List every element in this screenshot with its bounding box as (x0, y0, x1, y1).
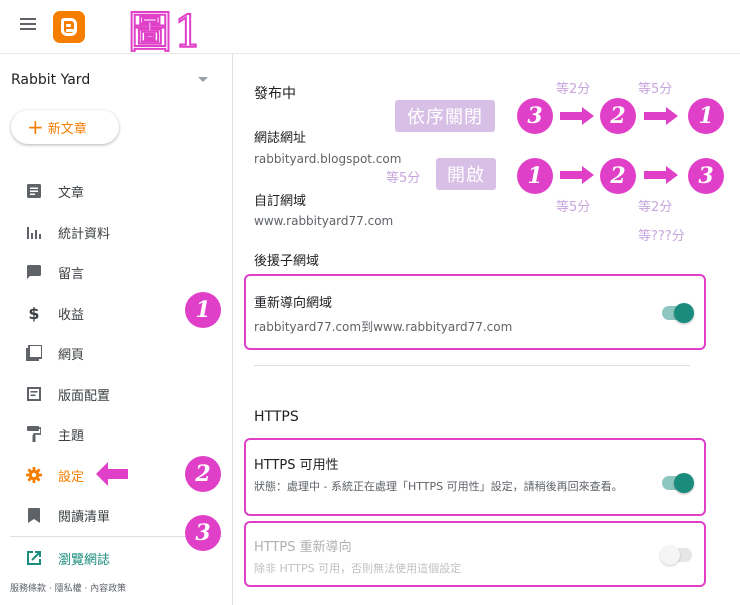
toggle-knob (674, 303, 694, 323)
wait-label: 等???分 (638, 229, 685, 244)
fallback-subdomain-label[interactable]: 後援子網域 (254, 250, 319, 269)
sidebar-item-comments[interactable]: 留言 (0, 252, 232, 292)
sidebar-item-stats[interactable]: 統計資料 (0, 212, 232, 252)
wait-label: 等5分 (556, 200, 591, 215)
arrow-right-icon (644, 166, 678, 184)
arrow-right-icon (560, 166, 594, 184)
toggle-knob (660, 545, 680, 565)
step-number-3: 3 (517, 98, 553, 134)
redirect-domain-value: rabbityard77.com到www.rabbityard77.com (254, 320, 513, 334)
header-divider (0, 53, 740, 54)
step-number-1: 1 (517, 158, 553, 194)
arrow-right-icon (560, 107, 594, 125)
https-availability-toggle[interactable] (662, 473, 694, 493)
https-availability-label: HTTPS 可用性 (254, 458, 339, 473)
https-redirect-desc: 除非 HTTPS 可用，否則無法使用這個設定 (254, 562, 462, 575)
blog-address-value[interactable]: rabbityard.blogspot.com (254, 152, 401, 166)
step-number-1: 1 (688, 98, 724, 134)
arrow-left-annotation-icon (96, 462, 128, 486)
blogger-logo-icon[interactable] (53, 11, 85, 43)
footer-links[interactable]: 服務條款 · 隱私權 · 內容政策 (10, 581, 126, 594)
wait-label: 等2分 (638, 200, 673, 215)
stats-icon (26, 224, 42, 240)
plus-icon: + (27, 115, 44, 139)
sidebar-item-label: 收益 (58, 307, 85, 323)
new-post-button[interactable]: + 新文章 (11, 110, 119, 144)
arrow-right-icon (644, 107, 678, 125)
section-divider (254, 365, 690, 366)
chevron-down-icon[interactable] (198, 77, 208, 82)
sidebar-item-theme[interactable]: 主題 (0, 414, 232, 454)
https-availability-highlight (244, 438, 706, 516)
publishing-title: 發布中 (254, 86, 296, 102)
open-external-icon (26, 550, 42, 566)
custom-domain-value[interactable]: www.rabbityard77.com (254, 214, 393, 228)
sidebar-item-posts[interactable]: 文章 (0, 171, 232, 211)
blog-name[interactable]: Rabbit Yard (11, 72, 90, 88)
posts-icon (26, 183, 42, 199)
redirect-domain-label: 重新導向網域 (254, 296, 333, 311)
sidebar-item-layout[interactable]: 版面配置 (0, 374, 232, 414)
wait-label: 等5分 (386, 171, 421, 186)
pages-icon (26, 345, 42, 361)
new-post-label: 新文章 (47, 121, 87, 137)
paint-roller-icon (26, 426, 42, 442)
sidebar-item-label: 設定 (58, 469, 85, 485)
https-availability-status: 狀態：處理中 - 系統正在處理「HTTPS 可用性」設定，請稍後再回來查看。 (254, 480, 623, 493)
open-tag: 開啟 (436, 158, 496, 190)
sidebar-item-pages[interactable]: 網頁 (0, 333, 232, 373)
blog-address-label: 網誌網址 (254, 131, 307, 146)
hamburger-menu-icon[interactable] (20, 18, 36, 30)
bookmark-icon (26, 507, 42, 523)
comments-icon (26, 264, 42, 280)
custom-domain-label: 自訂網域 (254, 194, 307, 209)
close-order-tag: 依序關閉 (395, 100, 495, 132)
step-number-2: 2 (185, 456, 221, 492)
sidebar-item-label: 留言 (58, 266, 85, 282)
sidebar-item-label: 文章 (58, 185, 85, 201)
layout-icon (26, 386, 42, 402)
sidebar-border (232, 54, 233, 605)
step-number-1: 1 (185, 292, 221, 328)
https-redirect-toggle[interactable] (660, 545, 692, 565)
https-redirect-label: HTTPS 重新導向 (254, 540, 352, 555)
step-number-2: 2 (600, 98, 636, 134)
sidebar-item-label: 主題 (58, 428, 85, 444)
toggle-knob (674, 473, 694, 493)
redirect-domain-highlight (244, 274, 706, 350)
dollar-icon: $ (28, 303, 40, 323)
sidebar-item-label: 閱讀清單 (58, 509, 111, 525)
step-number-3: 3 (688, 158, 724, 194)
step-number-2: 2 (600, 158, 636, 194)
sidebar-item-label: 統計資料 (58, 226, 111, 242)
gear-icon (26, 467, 42, 483)
wait-label: 等2分 (556, 82, 591, 97)
step-number-3: 3 (185, 515, 221, 551)
https-title: HTTPS (254, 409, 299, 425)
view-blog-label: 瀏覽網誌 (58, 552, 111, 568)
sidebar-item-label: 網頁 (58, 347, 85, 363)
wait-label: 等5分 (638, 82, 673, 97)
sidebar-item-label: 版面配置 (58, 388, 111, 404)
redirect-domain-toggle[interactable] (662, 303, 694, 323)
